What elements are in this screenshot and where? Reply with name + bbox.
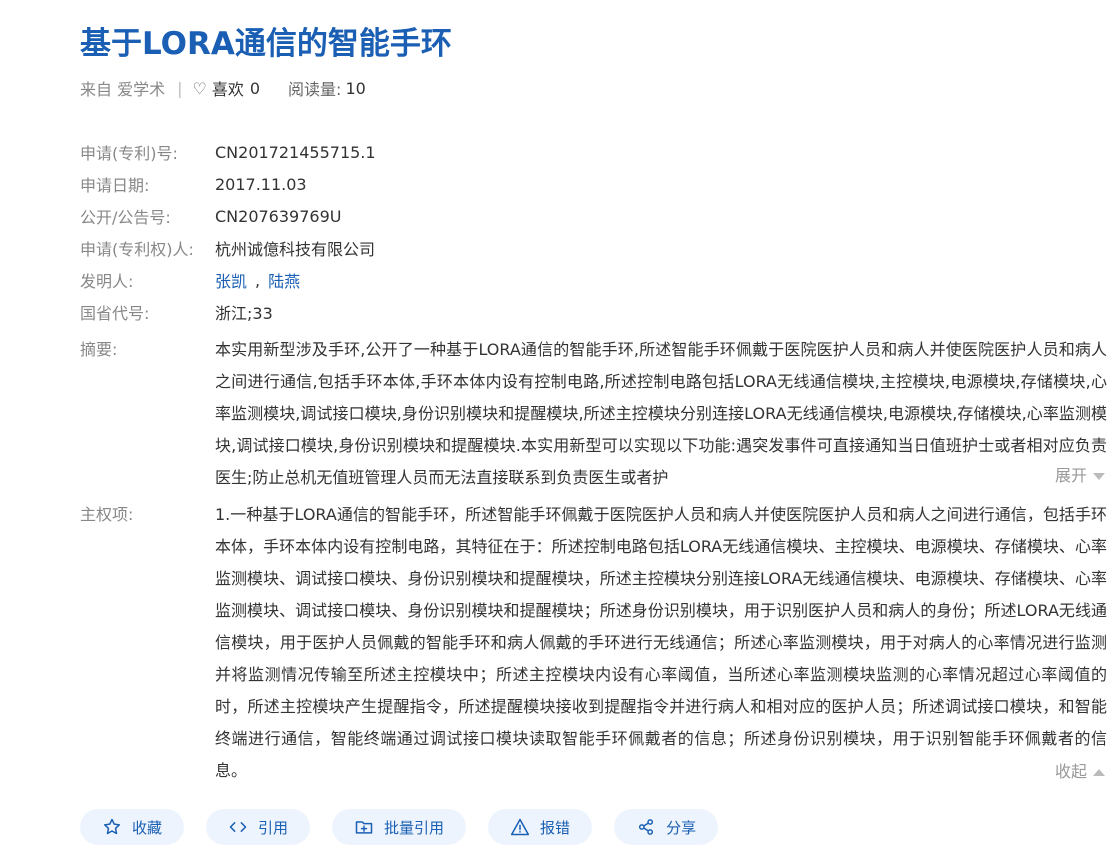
field-applicant: 申请(专利权)人: 杭州诚億科技有限公司: [80, 232, 376, 264]
collapse-label: 收起: [1054, 762, 1087, 781]
source-label[interactable]: 来自 爱学术: [80, 76, 165, 100]
patent-info: 申请(专利)号: CN201721455715.1 申请日期: 2017.11.…: [80, 136, 376, 328]
abstract-label: 摘要:: [80, 340, 118, 359]
report-error-button[interactable]: 报错: [488, 809, 593, 845]
cite-button[interactable]: 引用: [206, 809, 311, 845]
expand-label: 展开: [1054, 466, 1087, 485]
cite-label: 引用: [258, 818, 289, 837]
chevron-down-icon: [1093, 473, 1105, 480]
report-error-label: 报错: [540, 818, 571, 837]
batch-cite-label: 批量引用: [384, 818, 445, 837]
field-label: 申请(专利权)人:: [80, 240, 194, 259]
page-title: 基于LORA通信的智能手环: [80, 26, 452, 62]
likes-label[interactable]: 喜欢: [212, 76, 244, 100]
favorite-button[interactable]: 收藏: [80, 809, 185, 845]
star-icon: [102, 817, 122, 837]
likes-count: 0: [249, 78, 261, 98]
claim-section: 主权项: 1.一种基于LORA通信的智能手环，所述智能手环佩戴于医院医护人员和病…: [80, 499, 1107, 787]
meta-bar: 来自 爱学术 | ♡ 喜欢 0 阅读量: 10: [80, 76, 366, 100]
field-publication-number: 公开/公告号: CN207639769U: [80, 200, 376, 232]
share-label: 分享: [666, 818, 697, 837]
share-icon: [636, 817, 656, 837]
collapse-toggle[interactable]: 收起: [1048, 758, 1105, 782]
heart-icon[interactable]: ♡: [192, 79, 206, 98]
field-value: CN207639769U: [215, 206, 342, 226]
reads-label: 阅读量:: [288, 80, 342, 99]
field-label: 发明人:: [80, 272, 134, 291]
field-inventors: 发明人: 张凯 , 陆燕: [80, 264, 376, 296]
field-label: 申请日期:: [80, 176, 150, 195]
field-label: 公开/公告号:: [80, 208, 171, 227]
field-label: 申请(专利)号:: [80, 144, 178, 163]
field-application-number: 申请(专利)号: CN201721455715.1: [80, 136, 376, 168]
folder-add-icon: [354, 817, 374, 837]
field-value: 杭州诚億科技有限公司: [215, 240, 376, 259]
field-value: CN201721455715.1: [215, 142, 376, 162]
field-province-code: 国省代号: 浙江;33: [80, 296, 376, 328]
abstract-text: 本实用新型涉及手环,公开了一种基于LORA通信的智能手环,所述智能手环佩戴于医院…: [215, 340, 1107, 487]
field-value: 2017.11.03: [215, 174, 307, 194]
inventor-link[interactable]: 陆燕: [268, 268, 300, 292]
claim-text: 1.一种基于LORA通信的智能手环，所述智能手环佩戴于医院医护人员和病人并使医院…: [215, 505, 1107, 780]
inventor-separator: ,: [255, 270, 261, 290]
favorite-label: 收藏: [132, 818, 163, 837]
inventor-link[interactable]: 张凯: [215, 268, 247, 292]
share-button[interactable]: 分享: [614, 809, 719, 845]
batch-cite-button[interactable]: 批量引用: [332, 809, 467, 845]
expand-toggle[interactable]: 展开: [1048, 462, 1105, 486]
chevron-up-icon: [1093, 769, 1105, 776]
field-value: 浙江;33: [215, 304, 273, 323]
code-icon: [228, 817, 248, 837]
reads-count: 10: [345, 78, 366, 98]
abstract-section: 摘要: 本实用新型涉及手环,公开了一种基于LORA通信的智能手环,所述智能手环佩…: [80, 334, 1107, 494]
meta-divider: |: [177, 78, 183, 98]
action-bar: 收藏 引用 批量引用 报错 分享: [80, 809, 740, 845]
claim-label: 主权项:: [80, 505, 134, 524]
field-label: 国省代号:: [80, 304, 150, 323]
field-application-date: 申请日期: 2017.11.03: [80, 168, 376, 200]
warning-icon: [510, 817, 530, 837]
